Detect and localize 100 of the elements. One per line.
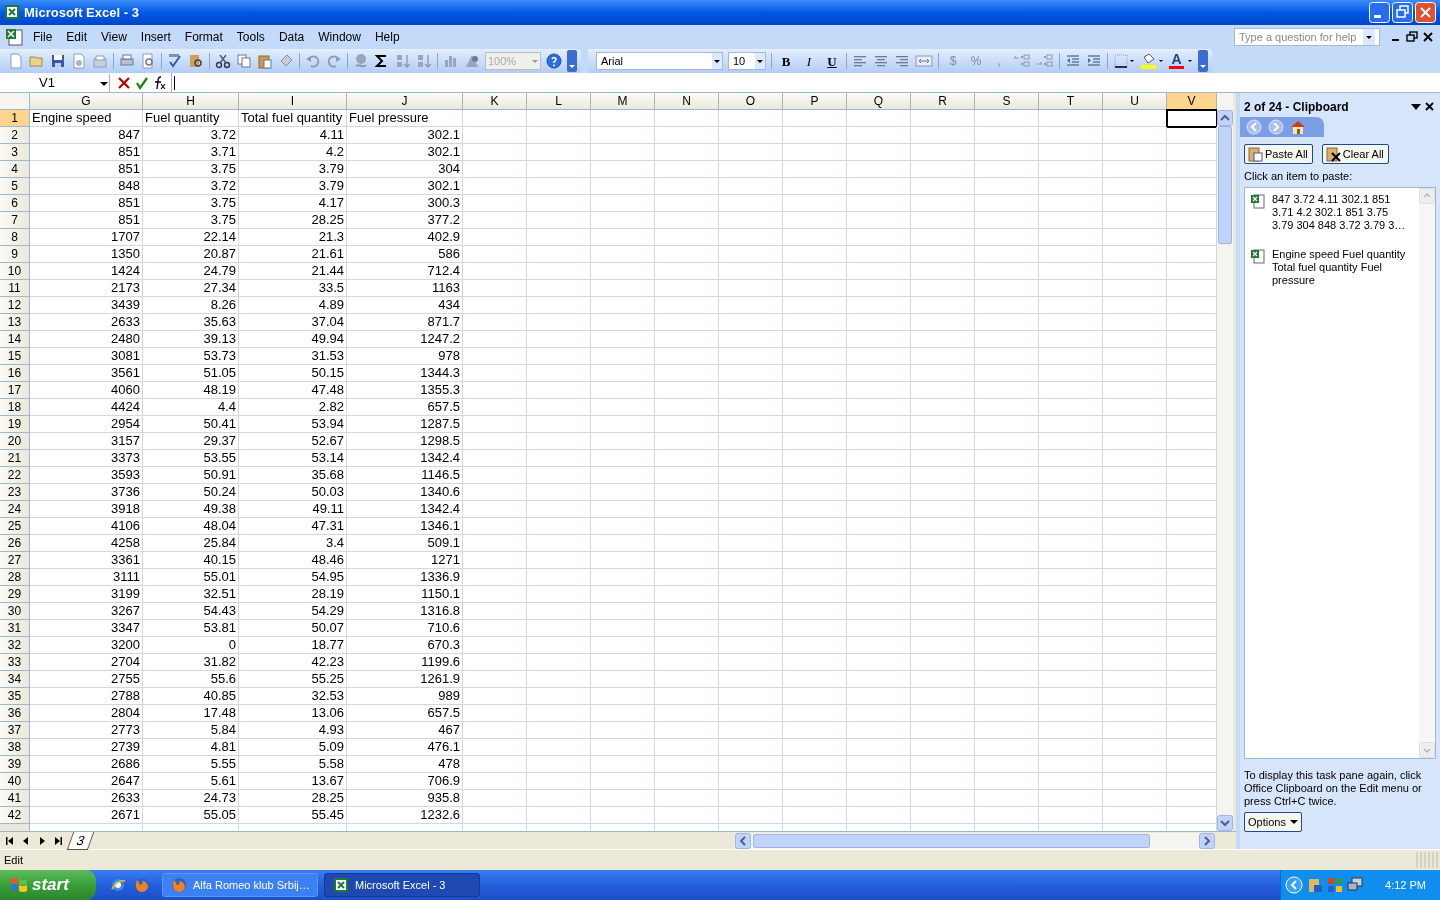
row-header[interactable]: 5 [0, 178, 30, 196]
row-header[interactable]: 42 [0, 807, 30, 825]
column-header[interactable]: O [719, 93, 783, 111]
horizontal-scrollbar[interactable] [735, 832, 1215, 849]
scroll-left-icon[interactable] [735, 832, 751, 849]
font-color-button[interactable]: A [1169, 52, 1193, 71]
menu-item[interactable]: Edit [59, 25, 95, 48]
row-header[interactable]: 22 [0, 467, 30, 485]
row-header[interactable]: 40 [0, 773, 30, 791]
network-icon[interactable] [1347, 877, 1364, 893]
minimize-icon[interactable] [1369, 1, 1390, 23]
taskbar-button[interactable]: Microsoft Excel - 3 [324, 873, 480, 897]
cancel-icon[interactable] [117, 75, 131, 90]
scroll-thumb[interactable] [1218, 126, 1232, 245]
row-header[interactable]: 11 [0, 280, 30, 298]
row-header[interactable]: 2 [0, 127, 30, 145]
row-header[interactable]: 38 [0, 739, 30, 757]
redo-icon[interactable] [326, 53, 342, 70]
column-header[interactable]: S [975, 93, 1039, 111]
clipboard-item[interactable]: Engine speed Fuel quantity Total fuel quantity Fuel pressure [1272, 247, 1412, 287]
options-button[interactable]: Options [1244, 811, 1302, 832]
decrease-decimal-icon[interactable] [1036, 53, 1054, 70]
excel-clip-icon[interactable] [1250, 192, 1266, 209]
select-all-corner[interactable] [0, 93, 30, 111]
print-preview-icon[interactable] [140, 53, 156, 70]
menu-item[interactable]: Help [367, 25, 407, 48]
clipboard-item[interactable]: 847 3.72 4.11 302.1 851 3.71 4.2 302.1 851 3.75 3.79 304 848 3.72 3.79 3… [1272, 192, 1412, 232]
row-header[interactable]: 13 [0, 314, 30, 332]
chevron-left-icon[interactable] [1285, 876, 1304, 894]
home-icon[interactable] [1290, 119, 1306, 136]
first-sheet-icon[interactable] [4, 835, 16, 846]
row-header[interactable]: 34 [0, 671, 30, 689]
merge-center-icon[interactable] [915, 53, 933, 70]
row-header[interactable]: 10 [0, 263, 30, 281]
taskbar-button[interactable]: Alfa Romeo klub Srbij… [162, 873, 318, 897]
open-folder-icon[interactable] [29, 53, 45, 70]
column-header[interactable]: U [1103, 93, 1167, 111]
row-header[interactable]: 19 [0, 416, 30, 434]
toolbar-options-icon[interactable] [1198, 50, 1208, 73]
row-header[interactable]: 20 [0, 433, 30, 451]
permission-icon[interactable] [71, 53, 87, 70]
menu-item[interactable]: Insert [133, 25, 178, 48]
column-header[interactable]: I [239, 93, 347, 111]
insert-function-icon[interactable] [153, 75, 167, 90]
row-header[interactable]: 16 [0, 365, 30, 383]
row-header[interactable]: 41 [0, 790, 30, 808]
font-size-dropdown[interactable]: 10 [728, 52, 766, 71]
column-header[interactable]: P [783, 93, 847, 111]
increase-decimal-icon[interactable] [1013, 53, 1031, 70]
cut-icon[interactable] [215, 53, 231, 70]
column-header[interactable]: G [30, 93, 143, 111]
menu-item[interactable]: Data [271, 25, 312, 48]
toolbar-options-icon[interactable] [567, 50, 577, 73]
help-search-field[interactable]: Type a question for help [1234, 27, 1380, 46]
row-header[interactable]: 21 [0, 450, 30, 468]
clipboard-tray-icon[interactable] [1307, 877, 1324, 893]
sort-ascending-icon[interactable] [395, 53, 411, 70]
column-header[interactable]: Q [847, 93, 911, 111]
menu-item[interactable]: Format [177, 25, 230, 48]
workbook-icon[interactable] [4, 26, 26, 47]
clear-all-button[interactable]: Clear All [1321, 144, 1389, 165]
new-document-icon[interactable] [8, 53, 24, 70]
column-header[interactable]: K [463, 93, 527, 111]
active-cell[interactable] [1167, 110, 1217, 128]
row-header[interactable]: 23 [0, 484, 30, 502]
sheet-tab[interactable]: 3 [66, 831, 95, 850]
save-icon[interactable] [50, 53, 66, 70]
column-header[interactable]: M [591, 93, 655, 111]
column-header[interactable]: L [527, 93, 591, 111]
menu-item[interactable]: Tools [229, 25, 272, 48]
browser-e-icon[interactable] [110, 877, 126, 893]
row-header[interactable]: 8 [0, 229, 30, 247]
restore-icon[interactable] [1392, 1, 1413, 23]
scroll-down-icon[interactable] [1217, 815, 1233, 832]
spelling-icon[interactable] [167, 53, 183, 70]
row-header[interactable]: 33 [0, 654, 30, 672]
column-header[interactable]: R [911, 93, 975, 111]
enter-icon[interactable] [135, 75, 149, 90]
row-header[interactable]: 9 [0, 246, 30, 264]
row-header[interactable]: 18 [0, 399, 30, 417]
scroll-right-icon[interactable] [1199, 832, 1215, 849]
row-header[interactable]: 26 [0, 535, 30, 553]
row-header[interactable]: 3 [0, 144, 30, 162]
fox-globe-icon[interactable] [134, 877, 150, 893]
borders-icon[interactable] [1113, 53, 1135, 70]
paste-all-button[interactable]: Paste All [1244, 144, 1313, 165]
italic-button[interactable]: I [800, 51, 818, 72]
copy-icon[interactable] [236, 53, 252, 70]
underline-button[interactable]: U [823, 51, 841, 72]
chart-icon[interactable] [443, 53, 459, 70]
row-header[interactable]: 39 [0, 756, 30, 774]
row-header[interactable]: 6 [0, 195, 30, 213]
row-header[interactable]: 4 [0, 161, 30, 179]
office-tray-icon[interactable] [1327, 877, 1344, 893]
vertical-scrollbar[interactable] [1217, 93, 1233, 832]
restore-workbook-icon[interactable] [1404, 28, 1420, 45]
row-header[interactable]: 35 [0, 688, 30, 706]
bold-button[interactable]: B [777, 51, 795, 72]
row-header[interactable]: 29 [0, 586, 30, 604]
menu-item[interactable]: Window [311, 25, 368, 48]
